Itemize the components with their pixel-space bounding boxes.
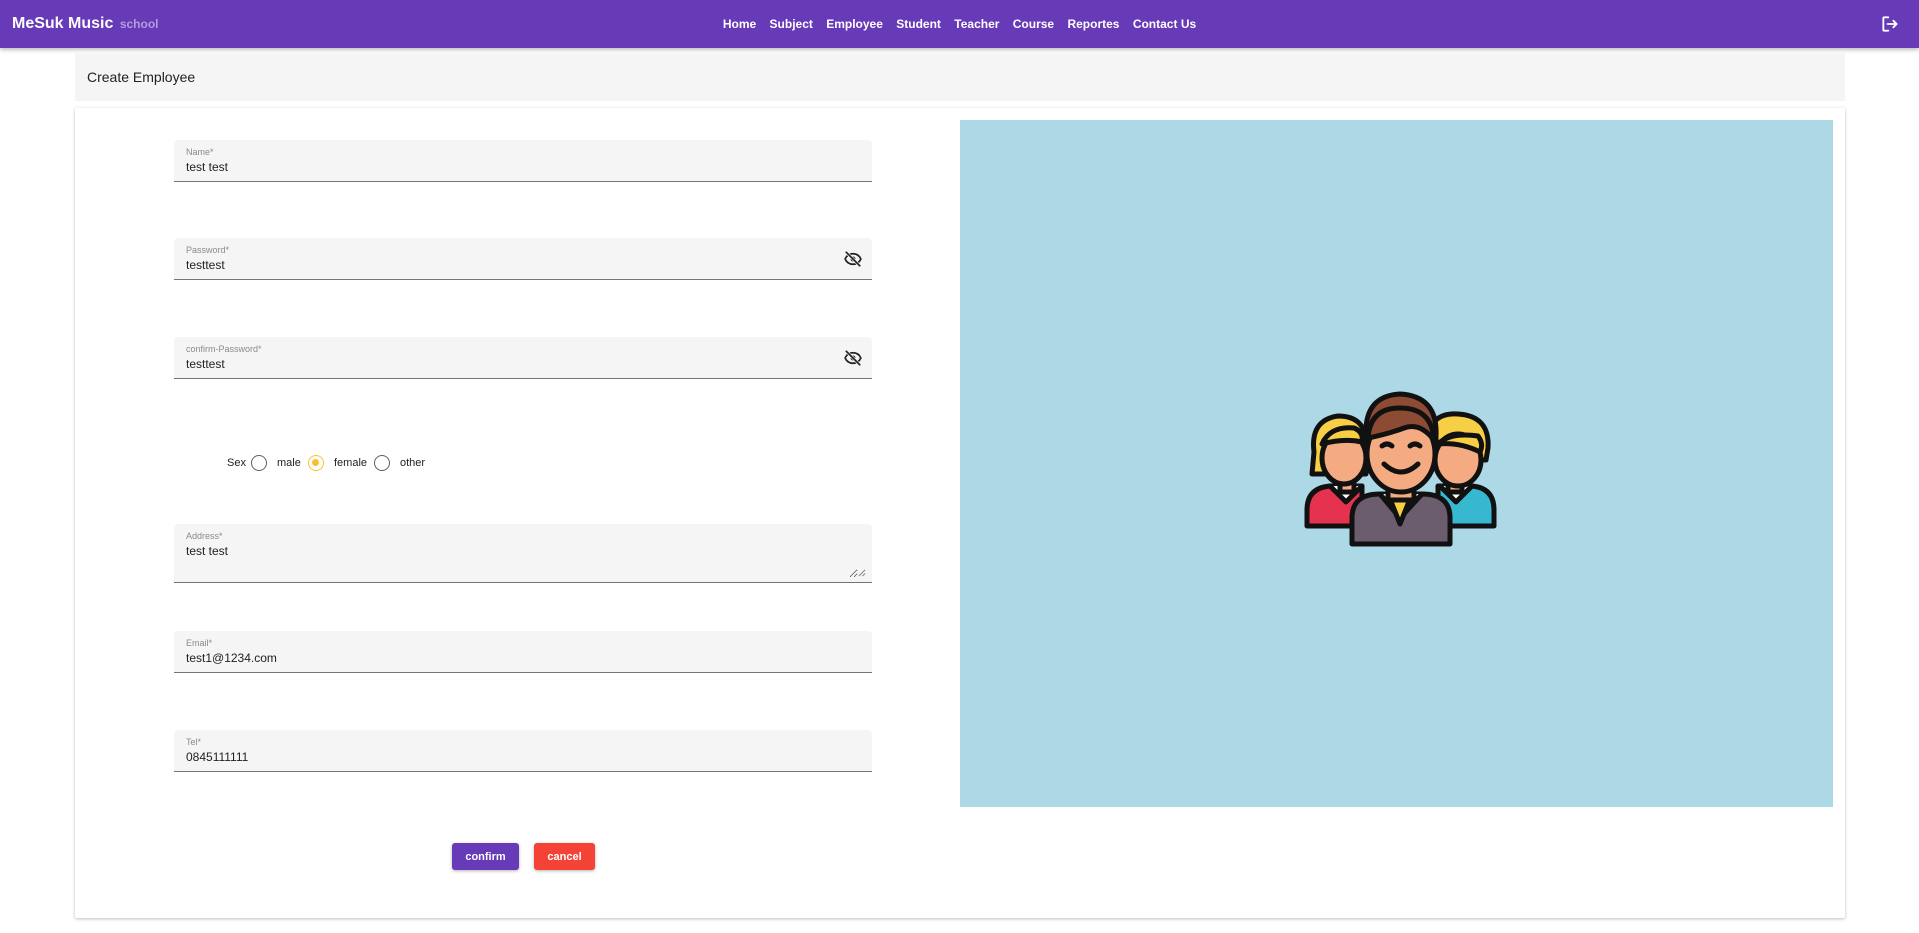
illustration-panel xyxy=(960,120,1833,807)
logout-icon[interactable] xyxy=(1880,14,1900,34)
tel-label: Tel* xyxy=(186,737,202,747)
radio-female-label[interactable]: female xyxy=(334,457,367,469)
resize-grip-icon[interactable] xyxy=(857,568,866,577)
sex-label: Sex xyxy=(227,457,246,469)
confirm-password-field[interactable]: confirm-Password* xyxy=(174,337,872,379)
tel-field[interactable]: Tel* xyxy=(174,730,872,772)
employees-group-icon xyxy=(1304,391,1497,547)
password-label: Password* xyxy=(186,245,230,255)
cancel-button[interactable]: cancel xyxy=(534,843,595,870)
nav-item-reportes[interactable]: Reportes xyxy=(1067,17,1119,31)
address-field[interactable]: Address* test test xyxy=(174,524,872,583)
eye-off-icon[interactable] xyxy=(844,250,862,268)
nav-item-contact-us[interactable]: Contact Us xyxy=(1133,17,1196,31)
nav-item-subject[interactable]: Subject xyxy=(770,17,813,31)
radio-female[interactable] xyxy=(308,455,324,471)
name-label: Name* xyxy=(186,147,214,157)
nav-item-employee[interactable]: Employee xyxy=(826,17,883,31)
radio-male-label[interactable]: male xyxy=(277,457,301,469)
email-input[interactable] xyxy=(186,651,826,665)
main-nav: Home Subject Employee Student Teacher Co… xyxy=(0,17,1919,31)
email-label: Email* xyxy=(186,638,213,648)
confirm-button[interactable]: confirm xyxy=(452,843,519,870)
address-textarea[interactable]: test test xyxy=(186,544,858,578)
radio-male[interactable] xyxy=(251,455,267,471)
nav-item-home[interactable]: Home xyxy=(723,17,756,31)
nav-item-course[interactable]: Course xyxy=(1013,17,1054,31)
page-header: Create Employee xyxy=(75,53,1845,101)
top-app-bar: MeSuk Music school Home Subject Employee… xyxy=(0,0,1919,48)
page-title: Create Employee xyxy=(87,69,196,85)
nav-item-teacher[interactable]: Teacher xyxy=(954,17,999,31)
confirm-password-label: confirm-Password* xyxy=(186,344,262,354)
tel-input[interactable] xyxy=(186,750,826,764)
name-field[interactable]: Name* xyxy=(174,140,872,182)
confirm-password-input[interactable] xyxy=(186,357,826,371)
email-field[interactable]: Email* xyxy=(174,631,872,673)
nav-item-student[interactable]: Student xyxy=(896,17,941,31)
radio-other-label[interactable]: other xyxy=(400,457,425,469)
eye-off-icon[interactable] xyxy=(844,349,862,367)
password-input[interactable] xyxy=(186,258,826,272)
address-label: Address* xyxy=(186,531,223,541)
radio-other[interactable] xyxy=(374,455,390,471)
name-input[interactable] xyxy=(186,160,826,174)
password-field[interactable]: Password* xyxy=(174,238,872,280)
